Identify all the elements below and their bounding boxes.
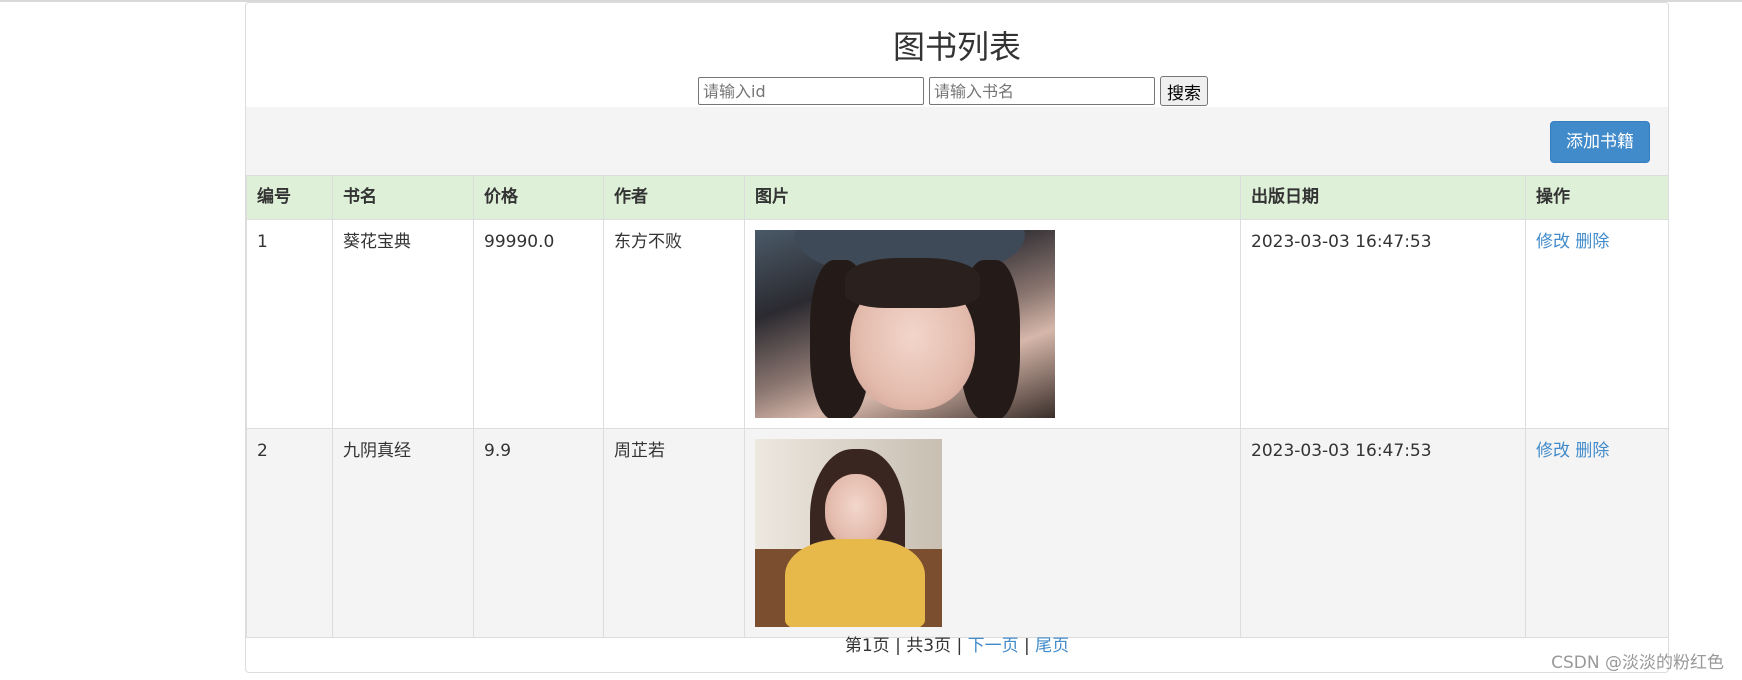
cell-name: 葵花宝典: [332, 219, 474, 429]
pager-separator: |: [889, 636, 907, 656]
face-shape: [825, 474, 887, 546]
book-cover-image: [755, 439, 942, 627]
header-actions: 操作: [1525, 175, 1669, 220]
header-image: 图片: [744, 175, 1241, 220]
name-search-input[interactable]: [929, 77, 1155, 105]
table-row: 1 葵花宝典 99990.0 东方不败 2023-03-03 16:47:53 …: [246, 219, 1669, 429]
cell-price: 99990.0: [473, 219, 604, 429]
table-row: 2 九阴真经 9.9 周芷若 2023-03-03 16:47:53 修改 删除: [246, 428, 1669, 638]
search-bar: 搜索: [698, 75, 1208, 107]
delete-link[interactable]: 删除: [1575, 441, 1609, 461]
header-id: 编号: [246, 175, 333, 220]
edit-link[interactable]: 修改: [1536, 232, 1570, 252]
cell-author: 东方不败: [603, 219, 745, 429]
book-list-panel: 图书列表 搜索 添加书籍 编号 书名 价格 作者 图片 出版日期 操作: [245, 2, 1669, 673]
cell-actions: 修改 删除: [1525, 219, 1669, 429]
cell-date: 2023-03-03 16:47:53: [1240, 428, 1526, 638]
fringe-shape: [845, 258, 980, 308]
cell-actions: 修改 删除: [1525, 428, 1669, 638]
cell-date: 2023-03-03 16:47:53: [1240, 219, 1526, 429]
total-pages: 共3页: [906, 636, 952, 656]
pager-separator: |: [951, 636, 968, 656]
pagination: 第1页 | 共3页 | 下一页 | 尾页: [246, 634, 1668, 658]
delete-link[interactable]: 删除: [1575, 232, 1609, 252]
search-button[interactable]: 搜索: [1160, 76, 1208, 106]
cell-id: 2: [246, 428, 333, 638]
table-header-row: 编号 书名 价格 作者 图片 出版日期 操作: [246, 175, 1669, 220]
cell-price: 9.9: [473, 428, 604, 638]
edit-link[interactable]: 修改: [1536, 441, 1570, 461]
cell-id: 1: [246, 219, 333, 429]
cell-author: 周芷若: [603, 428, 745, 638]
hoodie-shape: [785, 539, 925, 627]
pager-separator: |: [1018, 636, 1036, 656]
page-title: 图书列表: [892, 28, 1021, 66]
cell-image: [744, 428, 1241, 638]
last-page-link[interactable]: 尾页: [1035, 636, 1069, 656]
header-author: 作者: [603, 175, 745, 220]
add-book-button[interactable]: 添加书籍: [1550, 121, 1650, 163]
cell-image: [744, 219, 1241, 429]
csdn-watermark: CSDN @淡淡的粉红色: [1551, 653, 1724, 673]
header-price: 价格: [473, 175, 604, 220]
header-name: 书名: [332, 175, 474, 220]
cell-name: 九阴真经: [332, 428, 474, 638]
book-table: 编号 书名 价格 作者 图片 出版日期 操作 1 葵花宝典 99990.0 东方…: [246, 175, 1669, 638]
next-page-link[interactable]: 下一页: [968, 636, 1019, 656]
current-page: 第1页: [844, 636, 890, 656]
toolbar: 添加书籍: [246, 107, 1668, 175]
header-date: 出版日期: [1240, 175, 1526, 220]
id-search-input[interactable]: [698, 77, 924, 105]
book-cover-image: [755, 230, 1055, 418]
